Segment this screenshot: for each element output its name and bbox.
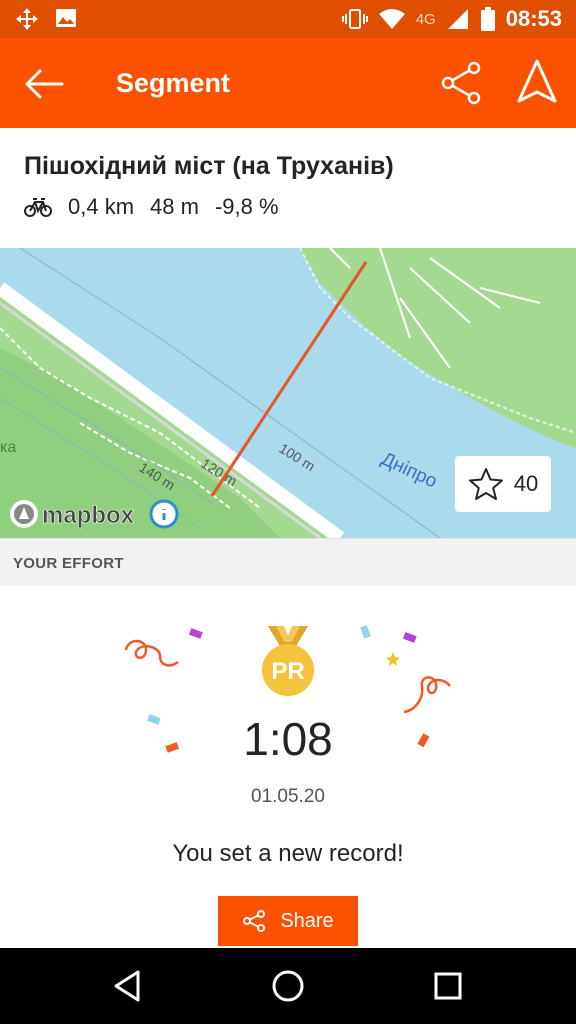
segment-stats: 0,4 km 48 m -9,8 % — [24, 194, 279, 220]
navigate-icon[interactable] — [514, 58, 560, 106]
star-count: 40 — [513, 471, 539, 496]
effort-time: 1:08 — [243, 713, 333, 765]
pr-medal-icon: PR — [262, 626, 314, 696]
share-icon — [243, 910, 266, 932]
effort-card: PR 1:08 01.05.20 You set a new record! S… — [0, 586, 576, 948]
star-icon — [468, 468, 503, 500]
page-title: Segment — [116, 68, 231, 98]
system-nav-bar — [0, 948, 576, 1024]
app-bar: Segment — [0, 38, 576, 128]
home-circle-icon[interactable] — [268, 966, 308, 1006]
clock: 08:53 — [505, 6, 562, 31]
battery-icon — [480, 7, 495, 31]
map-edge-label: ка — [0, 439, 16, 456]
share-button-label: Share — [280, 909, 334, 932]
network-type: 4G — [415, 10, 436, 28]
star-button[interactable]: 40 — [455, 456, 551, 512]
image-icon — [56, 9, 76, 27]
segment-name: Пішохідний міст (на Труханів) — [24, 152, 394, 180]
signal-icon — [447, 9, 468, 29]
recents-square-icon[interactable] — [428, 966, 468, 1006]
segment-header: Пішохідний міст (на Труханів) 0,4 km 48 … — [0, 128, 576, 248]
effort-section-header: YOUR EFFORT — [0, 538, 576, 586]
segment-grade: -9,8 % — [214, 194, 279, 219]
share-button[interactable]: Share — [218, 896, 358, 946]
segment-map[interactable]: Дніпро 100 m 120 m 140 m ка mapbox 40 — [0, 248, 576, 538]
bike-icon — [24, 198, 52, 217]
wifi-icon — [378, 9, 405, 29]
effort-date: 01.05.20 — [251, 786, 325, 807]
move-icon — [16, 8, 38, 30]
back-triangle-icon[interactable] — [108, 966, 148, 1006]
segment-elevation: 48 m — [150, 194, 199, 219]
share-icon[interactable] — [438, 60, 484, 106]
status-bar: 4G 08:53 — [0, 0, 576, 38]
back-arrow-icon[interactable] — [22, 62, 66, 106]
vibrate-icon — [341, 9, 368, 29]
segment-distance: 0,4 km — [68, 194, 135, 219]
mapbox-logo: mapbox — [42, 502, 135, 529]
effort-section-title: YOUR EFFORT — [13, 555, 124, 572]
effort-message: You set a new record! — [172, 840, 404, 867]
pr-badge-label: PR — [271, 658, 304, 685]
